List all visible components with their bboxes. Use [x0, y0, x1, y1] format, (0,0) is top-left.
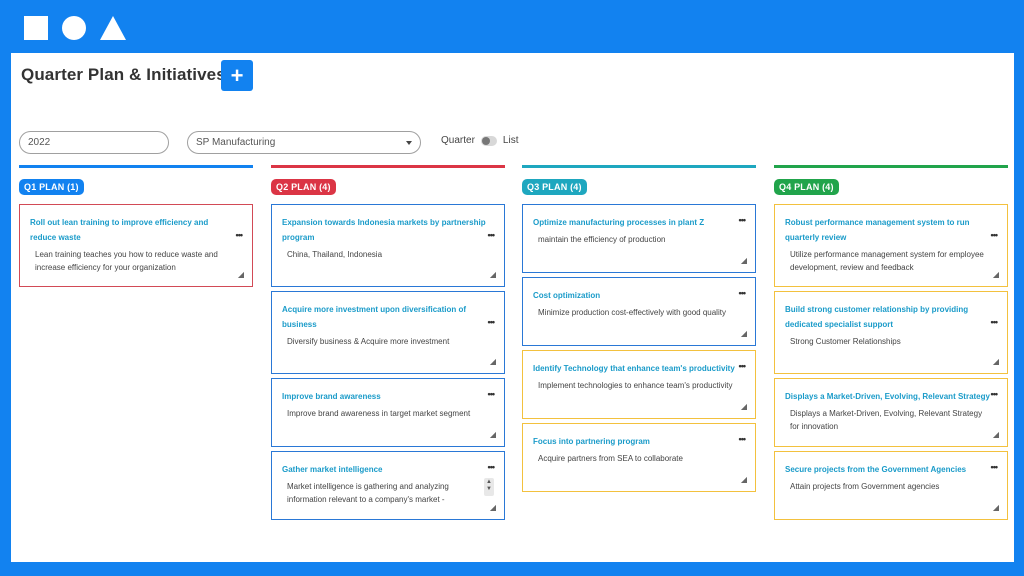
switch-knob	[481, 136, 490, 145]
view-toggle: Quarter List	[441, 135, 518, 146]
resize-handle-icon[interactable]: ◢	[741, 402, 747, 411]
column-bar	[19, 165, 253, 168]
resize-handle-icon[interactable]: ◢	[993, 357, 999, 366]
more-options-icon[interactable]: •••	[991, 317, 999, 327]
card-title[interactable]: Focus into partnering program	[533, 434, 738, 449]
card-title[interactable]: Cost optimization	[533, 288, 738, 303]
resize-handle-icon[interactable]: ◢	[490, 430, 496, 439]
resize-handle-icon[interactable]: ◢	[741, 475, 747, 484]
column-badge-q3: Q3 PLAN (4)	[522, 179, 587, 195]
card-item[interactable]: Acquire more investment upon diversifica…	[271, 291, 505, 374]
card-item[interactable]: Robust performance management system to …	[774, 204, 1008, 287]
card-item[interactable]: Focus into partnering program ••• Acquir…	[522, 423, 756, 492]
card-description[interactable]: Diversify business & Acquire more invest…	[287, 335, 487, 348]
card-title[interactable]: Optimize manufacturing processes in plan…	[533, 215, 738, 230]
more-options-icon[interactable]: •••	[739, 288, 747, 298]
card-description[interactable]: China, Thailand, Indonesia	[287, 248, 487, 261]
column-bar	[522, 165, 756, 168]
column-q3: Q3 PLAN (4) Optimize manufacturing proce…	[522, 165, 756, 492]
scrollbar[interactable]: ▲ ▼	[484, 478, 494, 496]
card-description[interactable]: Improve brand awareness in target market…	[287, 407, 487, 420]
card-description[interactable]: maintain the efficiency of production	[538, 233, 738, 246]
add-button[interactable]: +	[221, 60, 253, 91]
resize-handle-icon[interactable]: ◢	[238, 270, 244, 279]
card-description[interactable]: Market intelligence is gathering and ana…	[287, 480, 477, 506]
card-item[interactable]: Gather market intelligence ••• Market in…	[271, 451, 505, 520]
resize-handle-icon[interactable]: ◢	[741, 256, 747, 265]
page-title: Quarter Plan & Initiatives	[21, 65, 226, 84]
logo	[24, 15, 126, 41]
card-item[interactable]: Cost optimization ••• Minimize productio…	[522, 277, 756, 346]
card-item[interactable]: Roll out lean training to improve effici…	[19, 204, 253, 287]
more-options-icon[interactable]: •••	[739, 215, 747, 225]
card-title[interactable]: Identify Technology that enhance team's …	[533, 361, 738, 376]
card-title[interactable]: Build strong customer relationship by pr…	[785, 302, 990, 332]
card-description[interactable]: Displays a Market-Driven, Evolving, Rele…	[790, 407, 990, 433]
column-badge-q4: Q4 PLAN (4)	[774, 179, 839, 195]
card-description[interactable]: Implement technologies to enhance team's…	[538, 379, 738, 392]
more-options-icon[interactable]: •••	[236, 230, 244, 240]
more-options-icon[interactable]: •••	[739, 361, 747, 371]
column-badge-q1: Q1 PLAN (1)	[19, 179, 84, 195]
column-q2: Q2 PLAN (4) Expansion towards Indonesia …	[271, 165, 505, 520]
card-item[interactable]: Improve brand awareness ••• Improve bran…	[271, 378, 505, 447]
circle-icon	[62, 16, 86, 40]
company-select[interactable]: SP Manufacturing	[187, 131, 421, 154]
card-title[interactable]: Robust performance management system to …	[785, 215, 990, 245]
resize-handle-icon[interactable]: ◢	[490, 503, 496, 512]
card-item[interactable]: Secure projects from the Government Agen…	[774, 451, 1008, 520]
more-options-icon[interactable]: •••	[991, 462, 999, 472]
resize-handle-icon[interactable]: ◢	[490, 357, 496, 366]
more-options-icon[interactable]: •••	[488, 389, 496, 399]
card-item[interactable]: Expansion towards Indonesia markets by p…	[271, 204, 505, 287]
resize-handle-icon[interactable]: ◢	[490, 270, 496, 279]
more-options-icon[interactable]: •••	[488, 230, 496, 240]
column-bar	[774, 165, 1008, 168]
card-title[interactable]: Displays a Market-Driven, Evolving, Rele…	[785, 389, 990, 404]
card-description[interactable]: Utilize performance management system fo…	[790, 248, 990, 274]
card-description[interactable]: Minimize production cost-effectively wit…	[538, 306, 738, 319]
resize-handle-icon[interactable]: ◢	[993, 430, 999, 439]
toggle-label-list: List	[502, 135, 519, 146]
card-title[interactable]: Roll out lean training to improve effici…	[30, 215, 235, 245]
resize-handle-icon[interactable]: ◢	[993, 503, 999, 512]
more-options-icon[interactable]: •••	[488, 317, 496, 327]
column-q4: Q4 PLAN (4) Robust performance managemen…	[774, 165, 1008, 520]
more-options-icon[interactable]: •••	[991, 230, 999, 240]
card-title[interactable]: Acquire more investment upon diversifica…	[282, 302, 487, 332]
square-icon	[24, 16, 48, 40]
year-input[interactable]: 2022	[19, 131, 169, 154]
card-item[interactable]: Optimize manufacturing processes in plan…	[522, 204, 756, 273]
card-title[interactable]: Improve brand awareness	[282, 389, 487, 404]
more-options-icon[interactable]: •••	[991, 389, 999, 399]
year-value: 2022	[28, 137, 51, 148]
triangle-icon	[100, 16, 126, 40]
card-item[interactable]: Identify Technology that enhance team's …	[522, 350, 756, 419]
card-description[interactable]: Acquire partners from SEA to collaborate	[538, 452, 738, 465]
card-title[interactable]: Secure projects from the Government Agen…	[785, 462, 990, 477]
toggle-label-quarter: Quarter	[441, 135, 475, 146]
card-description[interactable]: Strong Customer Relationships	[790, 335, 990, 348]
column-badge-q2: Q2 PLAN (4)	[271, 179, 336, 195]
resize-handle-icon[interactable]: ◢	[993, 270, 999, 279]
more-options-icon[interactable]: •••	[739, 434, 747, 444]
resize-handle-icon[interactable]: ◢	[741, 329, 747, 338]
more-options-icon[interactable]: •••	[488, 462, 496, 472]
card-item[interactable]: Displays a Market-Driven, Evolving, Rele…	[774, 378, 1008, 447]
main-panel: Quarter Plan & Initiatives + 2022 SP Man…	[11, 53, 1014, 562]
column-bar	[271, 165, 505, 168]
column-q1: Q1 PLAN (1) Roll out lean training to im…	[19, 165, 253, 287]
company-value: SP Manufacturing	[196, 137, 276, 148]
card-item[interactable]: Build strong customer relationship by pr…	[774, 291, 1008, 374]
chevron-down-icon	[406, 140, 412, 145]
card-description[interactable]: Lean training teaches you how to reduce …	[35, 248, 235, 274]
card-description[interactable]: Attain projects from Government agencies	[790, 480, 990, 493]
view-switch[interactable]	[480, 135, 497, 146]
card-title[interactable]: Expansion towards Indonesia markets by p…	[282, 215, 487, 245]
card-title[interactable]: Gather market intelligence	[282, 462, 487, 477]
